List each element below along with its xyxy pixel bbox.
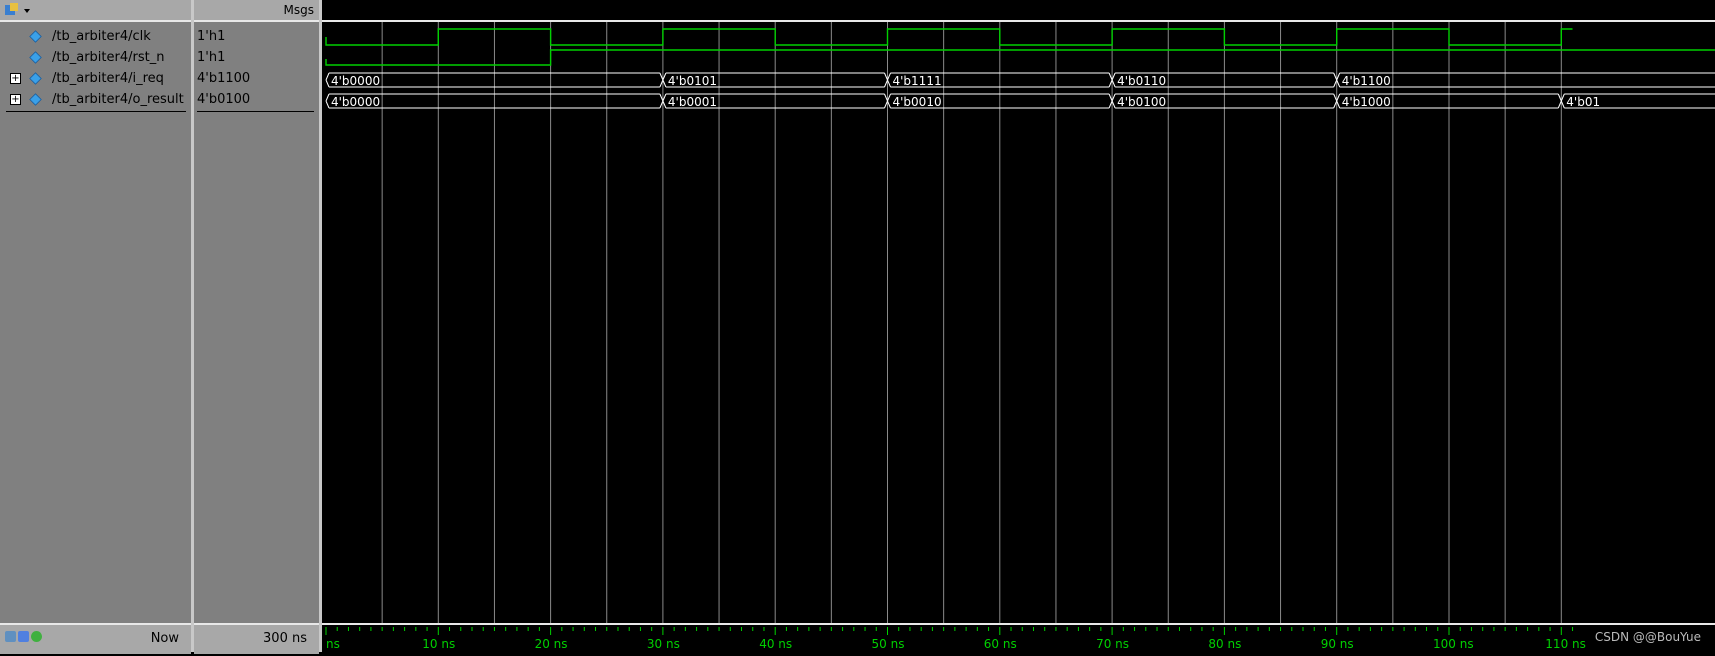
- timeline-label: 30 ns: [647, 637, 680, 651]
- i_req-value-label: 4'b1111: [893, 74, 942, 88]
- msgs-label: Msgs: [283, 3, 314, 17]
- timeline-label: 90 ns: [1321, 637, 1354, 651]
- i_req-segment: [1336, 72, 1715, 88]
- timeline-label: 70 ns: [1096, 637, 1129, 651]
- signal-row-clk[interactable]: /tb_arbiter4/clk: [0, 26, 191, 47]
- footer-names: Now: [0, 623, 191, 654]
- i_req-value-label: 4'b0000: [331, 74, 380, 88]
- names-header: [0, 0, 191, 22]
- timeline-label: 100 ns: [1433, 637, 1474, 651]
- timeline-label: 110 ns: [1545, 637, 1586, 651]
- o_result-value-label: 4'b0010: [893, 95, 942, 109]
- i_req-value-label: 4'b1100: [1342, 74, 1391, 88]
- watermark: CSDN @@BouYue: [1594, 630, 1701, 644]
- o_result-value-label: 4'b01: [1566, 95, 1600, 109]
- o_result-value-label: 4'b0000: [331, 95, 380, 109]
- signal-name: /tb_arbiter4/rst_n: [52, 50, 165, 65]
- timeline-label: 60 ns: [984, 637, 1017, 651]
- timeline-label: 20 ns: [535, 637, 568, 651]
- signal-row-rst_n[interactable]: /tb_arbiter4/rst_n: [0, 47, 191, 68]
- now-label: Now: [150, 631, 179, 646]
- signal-value: 1'h1: [197, 50, 226, 65]
- timeline-label: 10 ns: [422, 637, 455, 651]
- timeline-label: 40 ns: [759, 637, 792, 651]
- signal-name: /tb_arbiter4/o_result: [52, 92, 184, 107]
- clk-wave: [325, 28, 1573, 46]
- timeline-label: 80 ns: [1208, 637, 1241, 651]
- expand-icon[interactable]: +: [10, 73, 21, 84]
- signal-row-i_req[interactable]: + /tb_arbiter4/i_req: [0, 68, 191, 89]
- signal-row-o_result[interactable]: + /tb_arbiter4/o_result: [0, 89, 191, 110]
- wave-header-border: [322, 20, 1715, 22]
- selection-underline: [6, 111, 186, 112]
- signal-diamond-icon: [29, 30, 42, 43]
- wave-tool-icon[interactable]: [4, 2, 34, 18]
- signal-value: 4'b0100: [197, 92, 251, 107]
- i_req-value-label: 4'b0110: [1117, 74, 1166, 88]
- waveform-area[interactable]: 4'b0000 4'b0101 4'b1111 4'b0110 4'b1100 4'b00…: [322, 0, 1715, 652]
- signal-value: 4'b1100: [197, 71, 251, 86]
- o_result-value-label: 4'b1000: [1342, 95, 1391, 109]
- timeline-label: ns: [326, 637, 340, 651]
- signal-diamond-icon: [29, 93, 42, 106]
- footer-msgs: 300 ns: [194, 623, 319, 654]
- signal-diamond-icon: [29, 51, 42, 64]
- msgs-header: Msgs: [194, 0, 319, 22]
- o_result-value-label: 4'b0001: [668, 95, 717, 109]
- signal-name: /tb_arbiter4/clk: [52, 29, 151, 44]
- signal-value: 1'h1: [197, 29, 226, 44]
- signal-diamond-icon: [29, 72, 42, 85]
- now-value: 300 ns: [263, 631, 307, 646]
- rst-n-wave: [325, 49, 1715, 66]
- o_result-value-label: 4'b0100: [1117, 95, 1166, 109]
- add-cursor-icon[interactable]: [31, 631, 42, 642]
- cursor-icon[interactable]: [5, 631, 16, 642]
- expand-icon[interactable]: +: [10, 94, 21, 105]
- signal-name: /tb_arbiter4/i_req: [52, 71, 164, 86]
- selection-underline-value: [197, 111, 314, 112]
- timeline-border: [322, 623, 1715, 625]
- i_req-value-label: 4'b0101: [668, 74, 717, 88]
- lock-icon[interactable]: [18, 631, 29, 642]
- waveform-canvas[interactable]: 4'b0000 4'b0101 4'b1111 4'b0110 4'b1100 4'b00…: [322, 0, 1715, 652]
- timeline-label: 50 ns: [872, 637, 905, 651]
